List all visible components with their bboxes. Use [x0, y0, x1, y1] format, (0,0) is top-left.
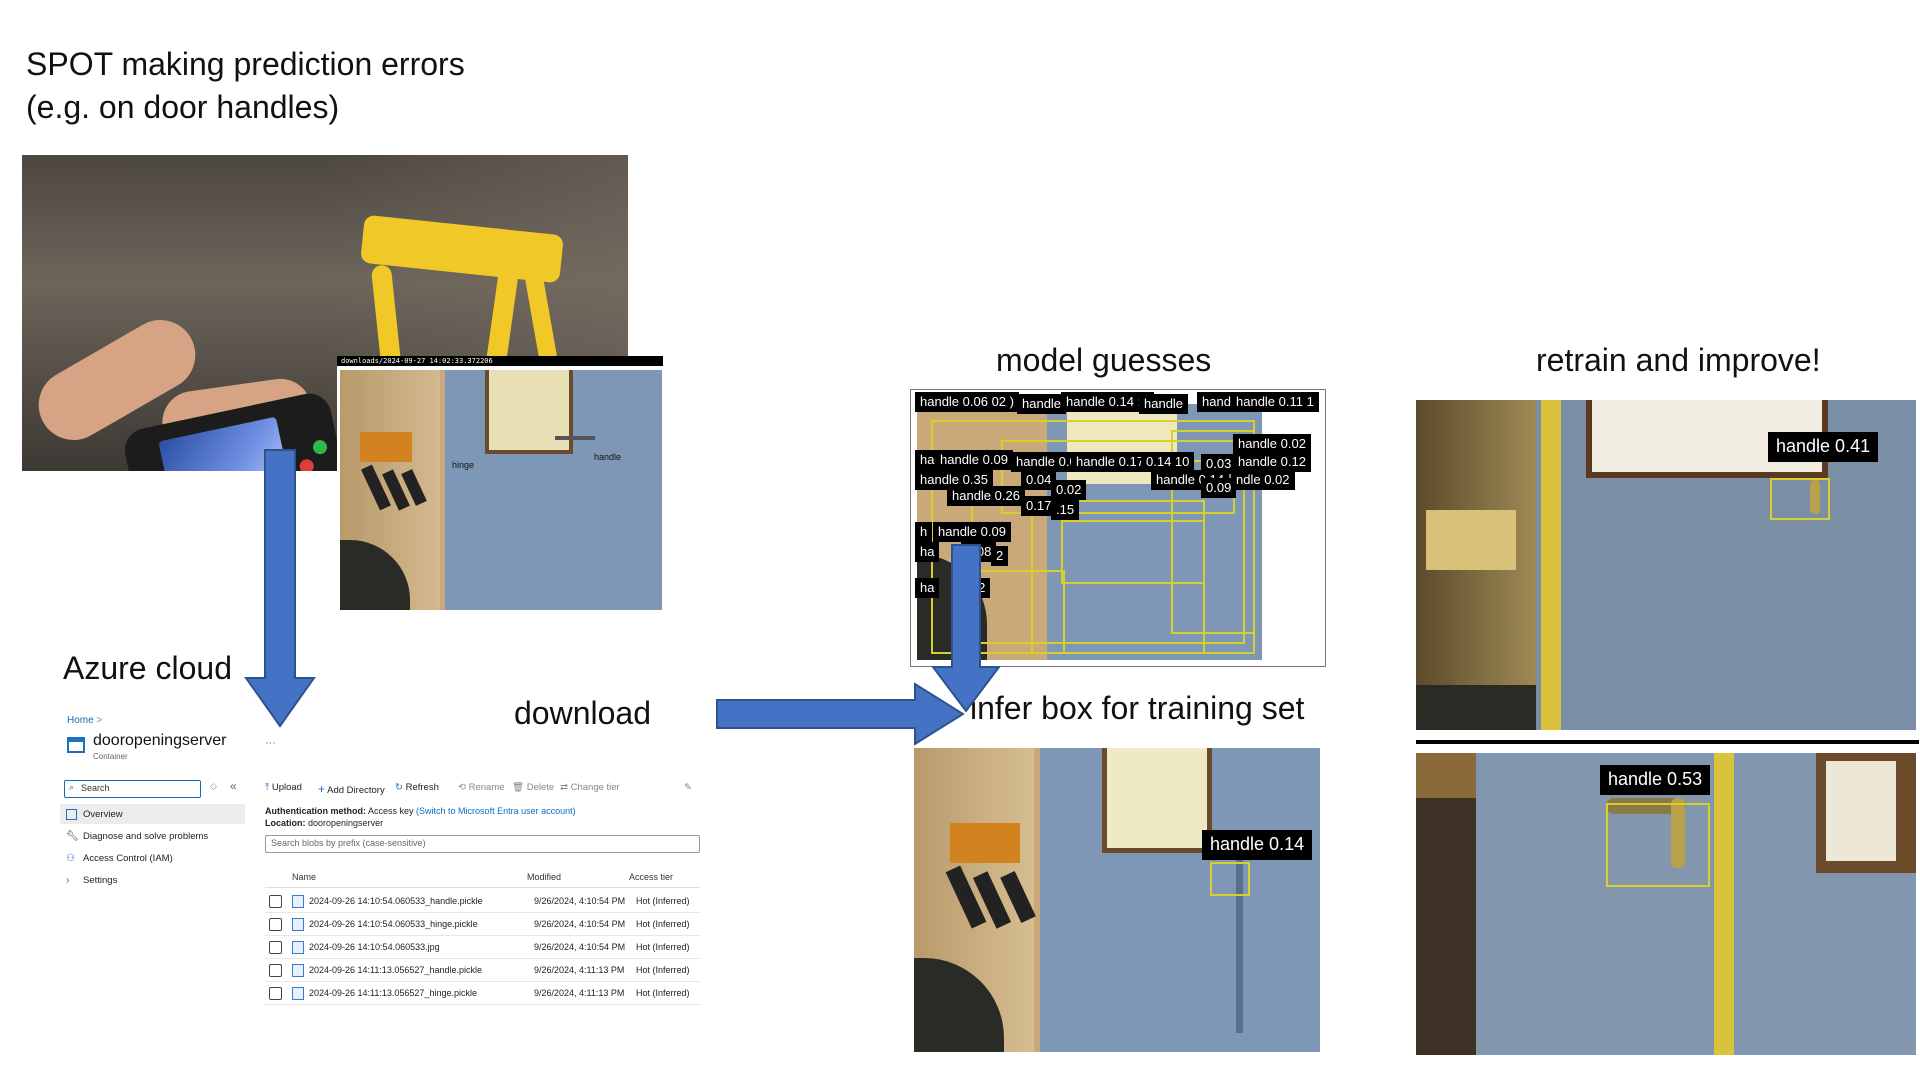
switch-auth-link[interactable]: (Switch to Microsoft Entra user account)	[416, 806, 576, 816]
column-name[interactable]: Name	[292, 872, 316, 882]
nav-options-icon[interactable]: ◇	[210, 781, 217, 792]
retrain-heading: retrain and improve!	[1536, 342, 1821, 378]
infer-heading: infer box for training set	[970, 690, 1305, 726]
download-path: downloads/2024-09-27 14:02:33.372206	[341, 357, 493, 365]
breadcrumb-home[interactable]: Home	[67, 715, 94, 726]
infer-box-image: handle 0.14	[914, 748, 1320, 1052]
retrain-divider	[1416, 740, 1919, 744]
model-guess-label: handle 0.12	[1233, 452, 1311, 472]
nav-settings[interactable]: › Settings	[60, 870, 245, 890]
blob-search-input[interactable]: Search blobs by prefix (case-sensitive)	[265, 835, 700, 853]
table-row[interactable]: 2024-09-26 14:10:54.060533_handle.pickle…	[265, 890, 700, 913]
change-tier-button[interactable]: ⇄ Change tier	[560, 782, 620, 793]
retrain-2-label: handle 0.53	[1600, 765, 1711, 795]
container-type: Container	[93, 752, 128, 761]
table-row[interactable]: 2024-09-26 14:10:54.060533_hinge.pickle 9…	[265, 913, 700, 936]
model-guess-label: handle 0.26	[947, 486, 1025, 506]
edit-icon[interactable]: ✎	[684, 782, 692, 793]
model-guess-label: handle	[1139, 394, 1189, 414]
collapse-nav-button[interactable]: «	[230, 779, 237, 793]
model-guess-label: handle 0.09	[935, 450, 1013, 470]
breadcrumb: Home >	[67, 715, 103, 726]
more-menu[interactable]: ···	[265, 737, 276, 749]
chevron-right-icon: ›	[66, 874, 70, 886]
refresh-button[interactable]: ↻ Refresh	[395, 782, 439, 793]
row-checkbox[interactable]	[269, 917, 282, 931]
column-access-tier[interactable]: Access tier	[629, 872, 673, 882]
title-line-1: SPOT making prediction errors	[26, 46, 465, 82]
file-icon	[292, 986, 304, 1000]
arrow-down-to-azure	[244, 449, 316, 728]
people-icon: ⚇	[66, 852, 75, 864]
container-icon	[67, 737, 85, 753]
column-modified[interactable]: Modified	[527, 872, 561, 882]
delete-button[interactable]: 🗑︎ Delete	[512, 782, 554, 793]
search-icon: ⌕	[69, 782, 75, 792]
retrain-2-box	[1606, 803, 1710, 887]
nav-overview[interactable]: Overview	[60, 804, 245, 824]
plus-icon: +	[318, 782, 326, 796]
overview-icon	[66, 808, 77, 820]
nav-access-control[interactable]: ⚇ Access Control (IAM)	[60, 848, 245, 868]
row-checkbox[interactable]	[269, 963, 282, 977]
nav-diagnose[interactable]: 🔧︎ Diagnose and solve problems	[60, 826, 245, 846]
table-row[interactable]: 2024-09-26 14:10:54.060533.jpg 9/26/2024,…	[265, 936, 700, 959]
title-line-2: (e.g. on door handles)	[26, 89, 340, 125]
retrain-image-1: handle 0.41	[1416, 400, 1916, 730]
file-icon	[292, 894, 304, 908]
arrow-down-to-infer	[931, 544, 1001, 713]
model-guess-label: 0.09	[1201, 478, 1237, 498]
table-row[interactable]: 2024-09-26 14:11:13.056527_handle.pickle…	[265, 959, 700, 982]
azure-heading: Azure cloud	[63, 650, 232, 686]
auth-method: Authentication method: Access key (Switc…	[265, 806, 576, 816]
model-guess-label: handle	[1017, 394, 1067, 414]
model-guess-label: .15	[1051, 500, 1080, 520]
table-row[interactable]: 2024-09-26 14:11:13.056527_hinge.pickle 9…	[265, 982, 700, 1005]
add-directory-button[interactable]: + Add Directory	[318, 782, 385, 796]
wrench-icon: 🔧︎	[66, 830, 79, 842]
model-guess-label: handle 0.06 02 )	[915, 392, 1019, 412]
model-guess-label: handle 0.02	[1233, 434, 1311, 454]
nav-search-input[interactable]: ⌕ Search	[64, 780, 201, 798]
retrain-image-2: handle 0.53	[1416, 753, 1916, 1055]
container-name: dooropeningserver	[93, 732, 227, 749]
refresh-icon: ↻	[395, 782, 403, 793]
row-checkbox[interactable]	[269, 940, 282, 954]
model-guesses-heading: model guesses	[996, 342, 1212, 378]
swap-icon: ⇄	[560, 782, 568, 793]
model-guess-label: ndle 0.02	[1231, 470, 1295, 490]
handle-label: handle	[594, 452, 622, 462]
rename-icon: ⟲	[458, 782, 466, 793]
model-guess-label: h	[915, 522, 933, 542]
row-checkbox[interactable]	[269, 894, 282, 908]
trash-icon: 🗑︎	[512, 782, 525, 793]
file-icon	[292, 940, 304, 954]
location-info: Location: dooropeningserver	[265, 818, 384, 828]
model-guess-label: handle 0.11 1	[1231, 392, 1319, 412]
model-guess-label: handle 0.17	[1071, 452, 1149, 472]
retrain-1-box	[1770, 478, 1830, 520]
upload-icon: ⤒	[265, 782, 270, 793]
retrain-1-label: handle 0.41	[1768, 432, 1879, 462]
file-icon	[292, 963, 304, 977]
robot-camera-image: downloads/2024-09-27 14:02:33.372206 hin…	[337, 356, 663, 612]
file-icon	[292, 917, 304, 931]
model-guess-label: 0.14 10	[1141, 452, 1195, 472]
hinge-label: hinge	[452, 460, 475, 470]
infer-detection-box	[1210, 862, 1250, 896]
azure-storage-panel: Home > dooropeningserver Container ··· ⌕…	[60, 712, 700, 1042]
row-checkbox[interactable]	[269, 986, 282, 1000]
infer-detection-label: handle 0.14	[1202, 830, 1313, 860]
upload-button[interactable]: ⤒ Upload	[265, 782, 302, 793]
rename-button[interactable]: ⟲ Rename	[458, 782, 505, 793]
model-guess-label: handle 0.09	[933, 522, 1011, 542]
